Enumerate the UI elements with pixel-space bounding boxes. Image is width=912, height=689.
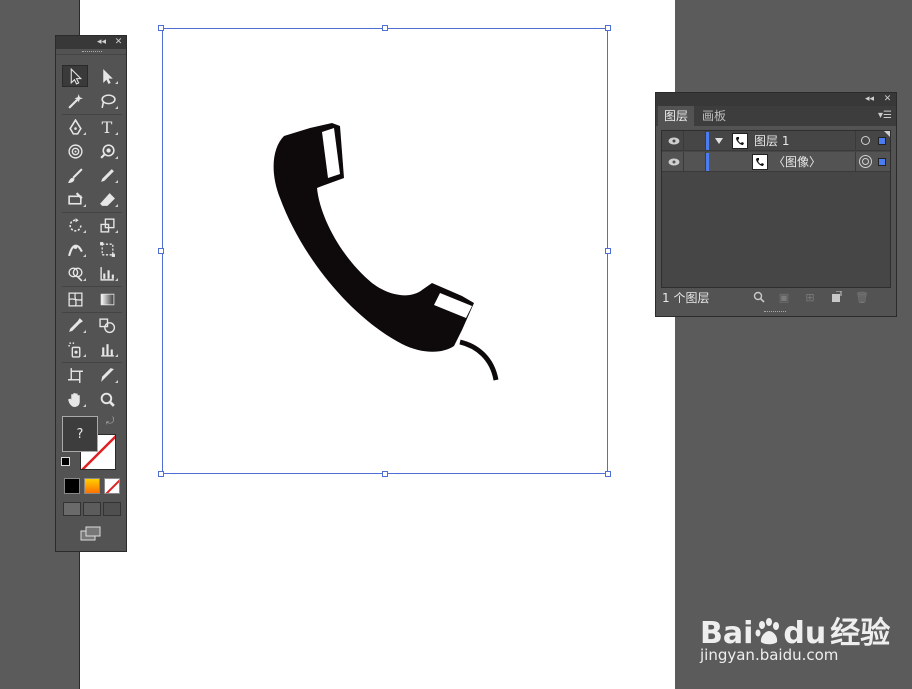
eyedropper-tool[interactable]	[62, 314, 88, 336]
selection-handle[interactable]	[382, 471, 388, 477]
eraser-tool[interactable]	[62, 188, 88, 210]
gradient-tool[interactable]	[94, 288, 120, 310]
draw-behind-button[interactable]	[83, 502, 101, 516]
free-transform-tool[interactable]	[94, 238, 120, 260]
panel-gripper[interactable]	[56, 49, 126, 55]
selection-handle[interactable]	[605, 248, 611, 254]
layer-row[interactable]: 图层 1	[662, 131, 890, 151]
default-fill-stroke-icon[interactable]	[61, 457, 70, 466]
none-button[interactable]	[104, 478, 120, 494]
blend-tool[interactable]	[94, 314, 120, 336]
selection-handle[interactable]	[158, 25, 164, 31]
create-new-layer-icon[interactable]	[829, 290, 843, 304]
selection-indicator[interactable]	[878, 158, 886, 166]
tab-artboards[interactable]: 画板	[696, 106, 732, 126]
magic-wand-tool[interactable]	[62, 90, 88, 112]
collapse-icon[interactable]: ◂◂	[96, 37, 107, 48]
mesh-tool[interactable]	[62, 288, 88, 310]
locate-object-icon[interactable]	[752, 291, 766, 304]
sublayer-row[interactable]: 〈图像〉	[662, 152, 890, 172]
layer-thumbnail	[732, 133, 748, 149]
selection-handle[interactable]	[605, 25, 611, 31]
tools-panel: ◂◂ ✕ T ⤾ ?	[55, 35, 127, 552]
lock-toggle[interactable]	[684, 131, 706, 151]
layers-panel-titlebar[interactable]: ◂◂ ✕	[656, 93, 896, 106]
panel-menu-icon[interactable]: ▾☰	[878, 110, 892, 122]
selection-indicator[interactable]	[878, 137, 886, 145]
paintbrush-tool[interactable]	[62, 164, 88, 186]
eraser-tool-2[interactable]	[94, 188, 120, 210]
symbol-sprayer-tool[interactable]	[62, 338, 88, 360]
layers-list: 图层 1 〈图像〉	[661, 130, 891, 288]
spiral-tool[interactable]	[62, 140, 88, 162]
visibility-eye-icon[interactable]	[664, 131, 684, 151]
layers-panel: ◂◂ ✕ 图层 画板 ▾☰ 图层 1 〈图像〉 1 个图层 ▣ ⊞ 🗑	[655, 92, 897, 317]
scale-tool[interactable]	[94, 214, 120, 236]
delete-layer-icon[interactable]: 🗑	[855, 291, 869, 304]
fill-swatch-label: ?	[76, 426, 84, 442]
rotate-tool[interactable]	[62, 214, 88, 236]
draw-inside-button[interactable]	[103, 502, 121, 516]
pen-tool[interactable]	[62, 116, 88, 138]
gradient-button[interactable]	[84, 478, 100, 494]
blob-tool[interactable]	[94, 140, 120, 162]
create-sublayer-icon[interactable]: ⊞	[803, 291, 817, 304]
layer-color-bar	[706, 132, 709, 150]
type-tool-glyph: T	[101, 117, 113, 137]
watermark-url: jingyan.baidu.com	[700, 646, 839, 664]
selection-handle[interactable]	[605, 471, 611, 477]
layer-count: 1 个图层	[662, 291, 710, 305]
make-clipping-mask-icon[interactable]: ▣	[777, 291, 791, 304]
zoom-tool[interactable]	[94, 388, 120, 410]
fill-swatch[interactable]: ?	[62, 416, 98, 452]
swap-fill-stroke-icon[interactable]: ⤾	[106, 416, 114, 427]
hand-tool[interactable]	[62, 388, 88, 410]
selection-tool[interactable]	[62, 65, 88, 87]
baidu-paw-icon	[755, 618, 780, 645]
layers-panel-tabs: 图层 画板 ▾☰	[656, 106, 896, 126]
pencil-tool[interactable]	[94, 164, 120, 186]
shape-builder-tool[interactable]	[62, 262, 88, 284]
width-tool[interactable]	[62, 238, 88, 260]
collapse-icon[interactable]: ◂◂	[864, 94, 875, 105]
sublayer-name[interactable]: 〈图像〉	[773, 152, 821, 172]
screen-mode-icon[interactable]	[80, 526, 102, 542]
column-graph-tool[interactable]	[94, 338, 120, 360]
target-circle-icon[interactable]	[861, 136, 870, 145]
lock-toggle[interactable]	[684, 152, 706, 172]
layer-name[interactable]: 图层 1	[754, 131, 789, 151]
baidu-jingyan-watermark: Bai du 经验 jingyan.baidu.com	[700, 596, 900, 676]
panel-resize-grip[interactable]	[764, 311, 786, 313]
expand-triangle-icon[interactable]	[715, 138, 723, 144]
target-double-circle-icon[interactable]	[859, 155, 872, 168]
layer-corner-flag	[884, 131, 890, 137]
tools-panel-titlebar[interactable]: ◂◂ ✕	[56, 36, 126, 49]
layers-panel-footer: 1 个图层 ▣ ⊞ 🗑	[656, 289, 896, 307]
selection-handle[interactable]	[158, 248, 164, 254]
graph-tool[interactable]	[94, 262, 120, 284]
color-button[interactable]	[64, 478, 80, 494]
artboard-tool[interactable]	[62, 364, 88, 386]
sublayer-thumbnail	[752, 154, 768, 170]
close-icon[interactable]: ✕	[882, 94, 893, 105]
tab-layers[interactable]: 图层	[658, 106, 695, 126]
type-tool[interactable]: T	[94, 116, 120, 138]
selection-bounding-box[interactable]	[162, 28, 608, 474]
lasso-tool[interactable]	[94, 90, 120, 112]
selection-handle[interactable]	[158, 471, 164, 477]
direct-selection-tool[interactable]	[94, 65, 120, 87]
draw-normal-button[interactable]	[63, 502, 81, 516]
slice-tool[interactable]	[94, 364, 120, 386]
selection-handle[interactable]	[382, 25, 388, 31]
layer-color-bar	[706, 153, 709, 171]
close-icon[interactable]: ✕	[113, 37, 124, 48]
visibility-eye-icon[interactable]	[664, 152, 684, 172]
